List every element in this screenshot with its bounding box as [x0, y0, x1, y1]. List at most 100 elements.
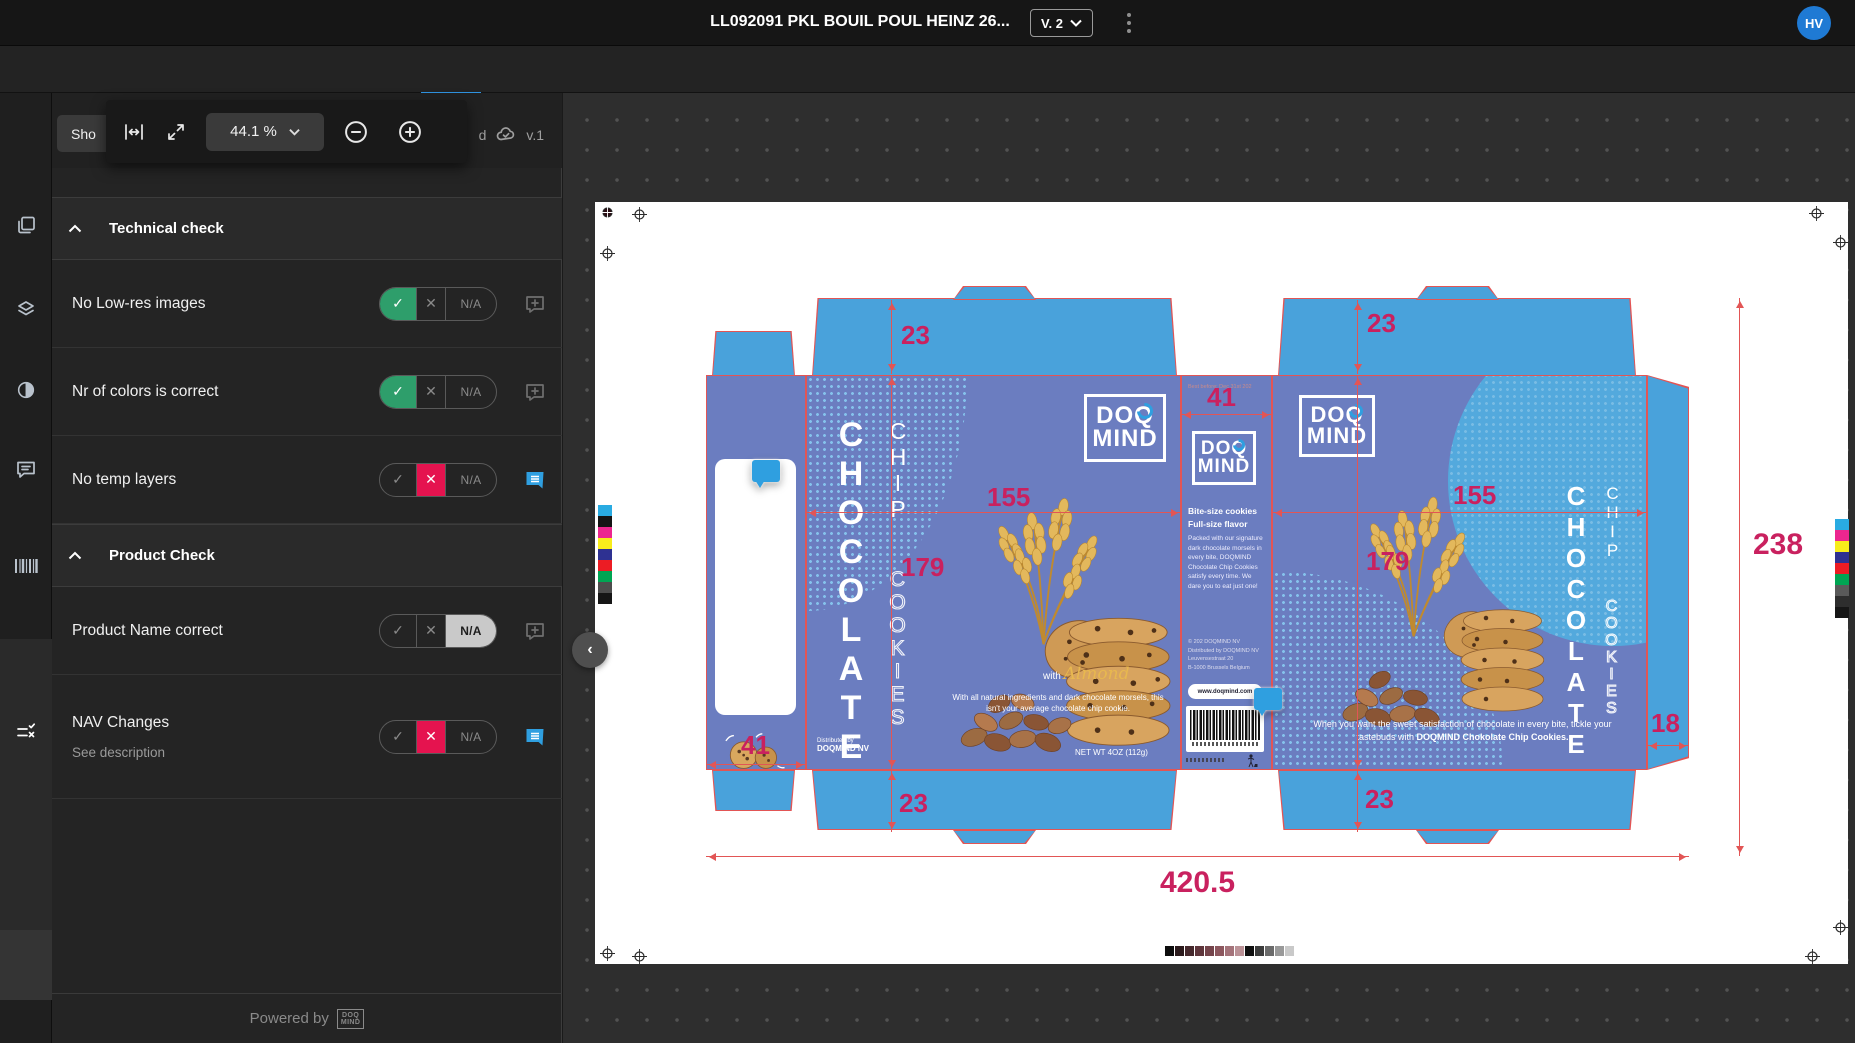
version-dropdown[interactable]: V. 2: [1030, 9, 1093, 37]
doqmind-logo: DOQMIND: [1084, 394, 1166, 462]
section-header[interactable]: Technical check: [52, 197, 562, 260]
front-a-description: With all natural ingredients and dark ch…: [947, 692, 1169, 714]
more-menu-button[interactable]: [1120, 10, 1138, 36]
dim-41-top: 41: [1207, 382, 1236, 413]
checklist-icon: [14, 721, 38, 745]
checklist-row: No temp layers ✓ ✕ N/A: [52, 436, 562, 524]
toggle-yes[interactable]: ✓: [380, 376, 416, 408]
rail-comments-button[interactable]: [0, 445, 52, 493]
dieline-top-tab-b: [1416, 286, 1499, 300]
barcode: [1186, 706, 1264, 752]
add-comment-button[interactable]: [523, 380, 547, 404]
zoom-in-icon[interactable]: [396, 118, 424, 146]
powered-by-footer: Powered by DOQMIND: [52, 994, 562, 1043]
checklist-item-label: NAV Changes See description: [72, 714, 379, 760]
checklist-row: Product Name correct ✓ ✕ N/A: [52, 587, 562, 675]
rail-pages-button[interactable]: [0, 201, 52, 249]
registration-mark: [1833, 920, 1848, 935]
section-title: Technical check: [109, 220, 224, 237]
dim-line-238: [1739, 298, 1740, 856]
package-side-panel: [706, 375, 806, 770]
zoom-level-select[interactable]: 44.1 %: [206, 113, 324, 151]
dim-23-top-b: 23: [1367, 308, 1396, 339]
toggle-no[interactable]: ✕: [416, 376, 446, 408]
dim-line-23-top-b: [1357, 300, 1358, 374]
barcode-icon: [13, 556, 39, 576]
comment-plus-icon: [523, 619, 547, 643]
fit-screen-icon[interactable]: [164, 120, 188, 144]
dieline-bottom-flap-side: [712, 770, 795, 811]
rail-color-separations-button[interactable]: [0, 366, 52, 414]
toggle-yes[interactable]: ✓: [380, 615, 416, 647]
checklist-item-label: Nr of colors is correct: [72, 383, 379, 401]
doqmind-logo: DOQMIND: [1299, 395, 1375, 457]
zoom-level-value: 44.1 %: [230, 123, 277, 140]
comment-filled-icon: [523, 468, 547, 492]
dim-155-a: 155: [987, 482, 1030, 513]
ingredients-label-area: [715, 459, 796, 715]
checklist-item-label: Product Name correct: [72, 622, 379, 640]
registration-mark: [600, 246, 615, 261]
checklist-item-label: No Low-res images: [72, 295, 379, 313]
zoom-out-icon[interactable]: [342, 118, 370, 146]
checklist-row: Nr of colors is correct ✓ ✕ N/A: [52, 348, 562, 436]
almonds-illustration: [949, 676, 1083, 761]
dim-179-b: 179: [1366, 546, 1409, 577]
toggle-na[interactable]: N/A: [446, 721, 496, 753]
view-comment-button[interactable]: [523, 468, 547, 492]
section-title: Product Check: [109, 547, 215, 564]
checklist-row: No Low-res images ✓ ✕ N/A: [52, 260, 562, 348]
dim-179-a: 179: [901, 552, 944, 583]
info-fine-print: © 202 DOQMIND NVDistributed by DOQMIND N…: [1188, 638, 1259, 672]
registration-mark: [600, 946, 615, 961]
toggle-no[interactable]: ✕: [416, 464, 446, 496]
toggle-yes[interactable]: ✓: [380, 288, 416, 320]
chevron-up-icon: [68, 551, 82, 560]
comment-plus-icon: [523, 380, 547, 404]
title-bar: LL092091 PKL BOUIL POUL HEINZ 26... V. 2…: [0, 0, 1855, 46]
toggle-yes[interactable]: ✓: [380, 721, 416, 753]
pass-fail-toggle: ✓ ✕ N/A: [379, 375, 497, 409]
dieline-bottom-flap-a: [812, 770, 1177, 830]
annotation-pin-1[interactable]: [752, 460, 780, 482]
package-front-panel-a: CHOCOLATE CHIP COOKIES DOQMIND: [806, 375, 1181, 770]
section-header[interactable]: Product Check: [52, 524, 562, 587]
dieline-top-flap-a: [812, 298, 1177, 376]
rail-checklist-button[interactable]: [0, 709, 52, 757]
fit-width-icon[interactable]: [122, 120, 146, 144]
toggle-no[interactable]: ✕: [416, 288, 446, 320]
cloud-done-icon: [494, 123, 518, 147]
dieline-top-flap-side: [712, 331, 795, 376]
artboard[interactable]: CHOCOLATE CHIP COOKIES DOQMIND: [595, 202, 1848, 964]
panel-collapse-handle[interactable]: ‹: [572, 632, 608, 668]
toggle-na[interactable]: N/A: [446, 615, 496, 647]
user-avatar[interactable]: HV: [1797, 6, 1831, 40]
pass-fail-toggle: ✓ ✕ N/A: [379, 614, 497, 648]
pages-icon: [14, 213, 38, 237]
rail-layers-button[interactable]: [0, 285, 52, 333]
dim-18: 18: [1651, 708, 1680, 739]
pack-code: [1186, 758, 1226, 762]
website-pill: www.doqmind.com: [1188, 684, 1262, 699]
rail-barcode-button[interactable]: [0, 542, 52, 590]
version-label: V. 2: [1041, 16, 1063, 31]
contrast-icon: [15, 379, 37, 401]
add-comment-button[interactable]: [523, 619, 547, 643]
dieline-bottom-tab-b: [1416, 830, 1499, 844]
pass-fail-toggle: ✓ ✕ N/A: [379, 463, 497, 497]
add-comment-button[interactable]: [523, 292, 547, 316]
info-heading-2: Full-size flavor: [1188, 519, 1248, 529]
view-comment-button[interactable]: [523, 725, 547, 749]
toggle-na[interactable]: N/A: [446, 464, 496, 496]
toggle-na[interactable]: N/A: [446, 288, 496, 320]
header-text-fragment: d: [479, 127, 487, 143]
checklist-items: Technical check No Low-res images ✓ ✕ N/…: [52, 168, 562, 799]
toggle-na[interactable]: N/A: [446, 376, 496, 408]
comment-filled-icon: [523, 725, 547, 749]
dieline-bottom-flap-b: [1278, 770, 1636, 830]
annotation-pin-2[interactable]: [1254, 688, 1282, 710]
toggle-yes[interactable]: ✓: [380, 464, 416, 496]
left-icon-rail: [0, 93, 52, 1043]
toggle-no[interactable]: ✕: [416, 615, 446, 647]
toggle-no[interactable]: ✕: [416, 721, 446, 753]
